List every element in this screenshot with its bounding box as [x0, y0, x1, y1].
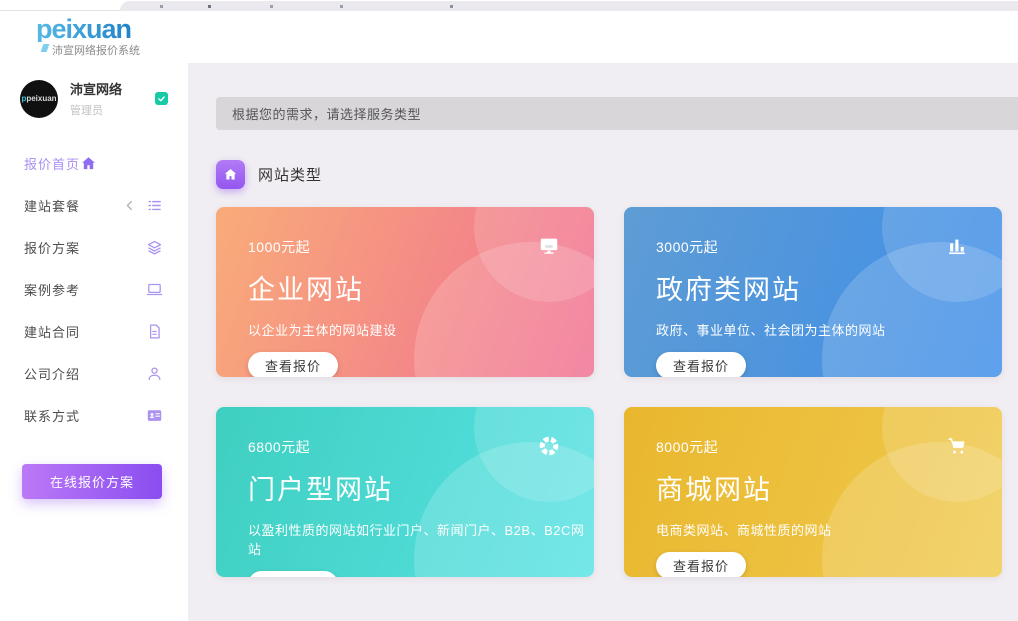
card-title: 企业网站	[248, 268, 594, 307]
view-quote-button[interactable]: 查看报价	[248, 571, 338, 577]
browser-omnibox-remnant	[120, 1, 1018, 11]
bar-chart-icon	[946, 235, 968, 262]
monitor-icon	[538, 235, 560, 262]
view-quote-button[interactable]: 查看报价	[656, 352, 746, 377]
cart-icon	[946, 435, 968, 462]
avatar: ppeixuan	[20, 80, 58, 118]
sidebar-item-file[interactable]: 建站合同	[0, 310, 188, 352]
card-desc: 电商类网站、商城性质的网站	[656, 520, 1002, 539]
sidebar: ppeixuan 沛宣网络 管理员 报价首页 建站套餐 报价方案	[0, 63, 188, 621]
online-quote-button[interactable]: 在线报价方案	[22, 464, 162, 499]
sidebar-item-layers[interactable]: 报价方案	[0, 226, 188, 268]
decor-circle	[822, 242, 1002, 377]
card-desc: 以企业为主体的网站建设	[248, 320, 594, 339]
chevron-left-icon	[121, 197, 138, 214]
user-profile: ppeixuan 沛宣网络 管理员	[0, 63, 188, 130]
app-window: peixuan 沛宣网络报价系统 ppeixuan 沛宣网络 管理员 报价首页	[0, 0, 1018, 621]
sidebar-item-home[interactable]: 报价首页	[0, 142, 188, 184]
view-quote-button[interactable]: 查看报价	[248, 352, 338, 377]
app-header: peixuan 沛宣网络报价系统	[0, 11, 1018, 63]
decor-circle	[822, 442, 1002, 577]
sidebar-nav: 报价首页 建站套餐 报价方案 案例参考 建站合同 公司介绍	[0, 142, 188, 436]
notice-bar: 根据您的需求，请选择服务类型	[216, 97, 1018, 130]
sidebar-item-contact-card[interactable]: 联系方式	[0, 394, 188, 436]
sidebar-item-label: 报价首页	[24, 154, 80, 173]
view-quote-button[interactable]: 查看报价	[656, 552, 746, 577]
brand-logo-text: peixuan	[36, 16, 140, 42]
website-type-card-4: 8000元起 商城网站 电商类网站、商城性质的网站 查看报价	[624, 407, 1002, 577]
sidebar-item-label: 联系方式	[24, 406, 80, 425]
user-icon	[146, 365, 163, 382]
home-icon	[216, 160, 245, 189]
sidebar-item-user[interactable]: 公司介绍	[0, 352, 188, 394]
contact-card-icon	[146, 407, 163, 424]
sidebar-item-label: 案例参考	[24, 280, 80, 299]
layers-icon	[146, 239, 163, 256]
section-title: 网站类型	[258, 164, 322, 185]
sidebar-item-label: 建站合同	[24, 322, 80, 341]
main-content: 根据您的需求，请选择服务类型 网站类型 1000元起 企业网站 以企业为主体的网…	[188, 63, 1018, 621]
website-type-card-3: 6800元起 门户型网站 以盈利性质的网站如行业门户、新闻门户、B2B、B2C网…	[216, 407, 594, 577]
home-icon	[80, 155, 97, 172]
file-icon	[146, 323, 163, 340]
sidebar-item-label: 公司介绍	[24, 364, 80, 383]
card-desc: 政府、事业单位、社会团为主体的网站	[656, 320, 1002, 339]
website-type-cards: 1000元起 企业网站 以企业为主体的网站建设 查看报价 3000元起 政府类网…	[216, 207, 1018, 577]
sidebar-item-laptop[interactable]: 案例参考	[0, 268, 188, 310]
website-type-card-2: 3000元起 政府类网站 政府、事业单位、社会团为主体的网站 查看报价	[624, 207, 1002, 377]
aperture-icon	[538, 435, 560, 462]
card-title: 门户型网站	[248, 468, 594, 507]
sidebar-item-label: 报价方案	[24, 238, 80, 257]
check-badge-icon	[155, 92, 168, 105]
user-name: 沛宣网络	[70, 79, 122, 98]
list-icon	[146, 197, 163, 214]
brand-logo-subtitle: 沛宣网络报价系统	[36, 42, 140, 58]
avatar-text: peixuan	[26, 94, 56, 103]
laptop-icon	[146, 281, 163, 298]
brand-logo: peixuan 沛宣网络报价系统	[36, 16, 140, 58]
section-header: 网站类型	[216, 160, 1018, 189]
sidebar-item-label: 建站套餐	[24, 196, 80, 215]
card-title: 商城网站	[656, 468, 1002, 507]
website-type-card-1: 1000元起 企业网站 以企业为主体的网站建设 查看报价	[216, 207, 594, 377]
card-title: 政府类网站	[656, 268, 1002, 307]
card-desc: 以盈利性质的网站如行业门户、新闻门户、B2B、B2C网站	[248, 520, 594, 558]
sidebar-item-list[interactable]: 建站套餐	[0, 184, 188, 226]
decor-circle	[414, 242, 594, 377]
browser-chrome-strip	[0, 0, 1018, 11]
user-role: 管理员	[70, 102, 122, 118]
